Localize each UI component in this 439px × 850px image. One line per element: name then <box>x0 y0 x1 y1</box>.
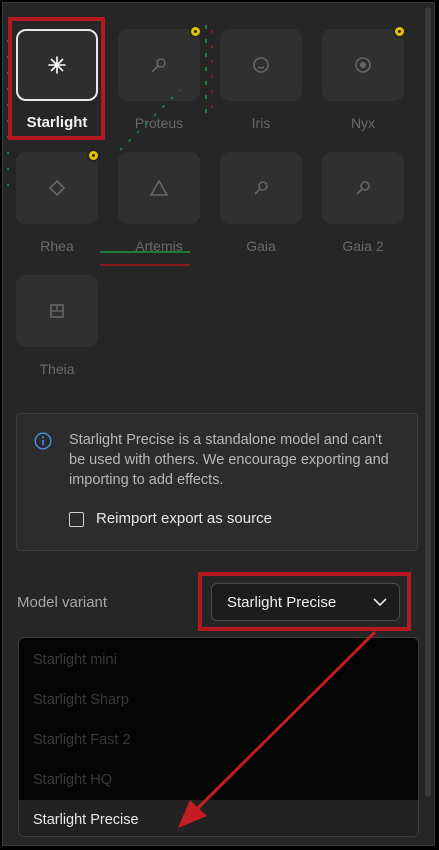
model-tile-gaia[interactable] <box>220 152 302 224</box>
model-variant-value: Starlight Precise <box>227 594 337 611</box>
model-label-theia: Theia <box>39 361 75 377</box>
sparkle-icon <box>48 56 66 74</box>
model-tile-theia[interactable] <box>16 275 98 347</box>
premium-badge-icon <box>87 149 100 162</box>
model-label-iris: Iris <box>251 115 271 131</box>
variant-option-starlight-mini[interactable]: Starlight mini <box>19 640 418 680</box>
model-label-starlight: Starlight <box>26 114 88 131</box>
grid-icon <box>50 304 64 318</box>
variant-option-starlight-sharp[interactable]: Starlight Sharp <box>19 680 418 720</box>
reimport-checkbox[interactable] <box>69 512 84 527</box>
model-variant-dropdown: Starlight mini Starlight Sharp Starlight… <box>18 637 419 837</box>
model-label-proteus: Proteus <box>134 115 184 131</box>
model-tile-gaia-2[interactable] <box>322 152 404 224</box>
model-variant-select[interactable]: Starlight Precise <box>211 583 400 621</box>
moon-icon <box>355 57 371 73</box>
chevron-down-icon <box>373 598 387 607</box>
model-label-rhea: Rhea <box>40 238 74 254</box>
model-tile-artemis[interactable] <box>118 152 200 224</box>
model-label-nyx: Nyx <box>350 115 376 131</box>
app-panel: Starlight Proteus Iris Nyx Rhea Artemis … <box>2 2 435 846</box>
variant-option-starlight-hq[interactable]: Starlight HQ <box>19 760 418 800</box>
model-variant-label: Model variant <box>17 594 108 611</box>
face-icon <box>253 57 269 73</box>
variant-option-starlight-precise[interactable]: Starlight Precise <box>19 800 418 836</box>
rocket-icon <box>356 181 370 195</box>
model-label-gaia: Gaia <box>246 238 276 254</box>
model-tile-iris[interactable] <box>220 29 302 101</box>
diamond-icon <box>48 179 66 197</box>
reimport-checkbox-label[interactable]: Reimport export as source <box>96 510 272 527</box>
premium-badge-icon <box>393 25 406 38</box>
model-tile-starlight[interactable] <box>16 29 98 101</box>
info-panel: Starlight Precise is a standalone model … <box>16 413 418 551</box>
info-icon <box>34 432 52 450</box>
premium-badge-icon <box>189 25 202 38</box>
model-label-artemis: Artemis <box>135 238 183 254</box>
wand-icon <box>151 58 166 73</box>
model-label-gaia-2: Gaia 2 <box>342 238 384 254</box>
model-tile-nyx[interactable] <box>322 29 404 101</box>
scrollbar[interactable] <box>425 7 431 797</box>
model-tile-rhea[interactable] <box>16 152 98 224</box>
model-tile-proteus[interactable] <box>118 29 200 101</box>
rocket-icon <box>254 181 268 195</box>
triangle-icon <box>149 179 169 196</box>
variant-option-starlight-fast-2[interactable]: Starlight Fast 2 <box>19 720 418 760</box>
info-text: Starlight Precise is a standalone model … <box>69 432 389 488</box>
